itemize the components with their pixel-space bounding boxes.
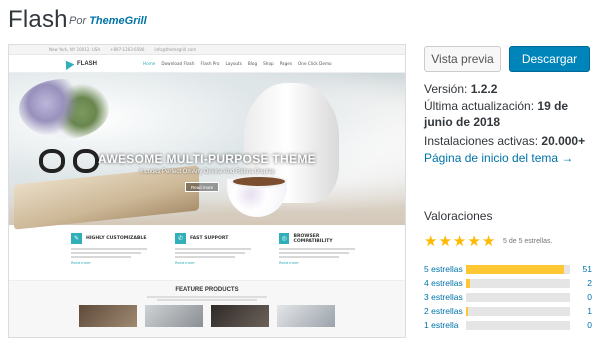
preview-logo: FLASH [61,57,133,70]
preview-logo-text: FLASH [77,60,97,67]
feature-read-more: Read more [175,261,195,265]
preview-navbar: FLASH Home Download Flash Flash Pro Layo… [9,55,405,73]
rating-label[interactable]: 2 estrellas [424,306,466,316]
star-rating: ★ ★ ★ ★ ★ [424,234,495,249]
rating-row-4[interactable]: 4 estrellas 2 [424,277,592,289]
product-image [145,305,203,327]
rating-bar-fill [466,264,564,274]
rating-row-1[interactable]: 1 estrella 0 [424,319,592,331]
rating-count: 51 [582,264,592,274]
product-image [277,305,335,327]
rating-bar-fill [466,306,469,316]
author-link[interactable]: ThemeGrill [89,15,146,27]
preview-feature: ◎ BROWSER COMPATIBILITY Read more [279,233,357,280]
feature-title: BROWSER COMPATIBILITY [293,233,333,244]
rating-row-5[interactable]: 5 estrellas 51 [424,263,592,275]
theme-homepage-link[interactable]: Página de inicio del tema → [424,151,573,165]
preview-button[interactable]: Vista previa [424,46,501,72]
customize-icon: ✎ [71,233,82,244]
preview-feature: ✆ FAST SUPPORT Read more [175,233,253,280]
feature-title: HIGHLY CUSTOMIZABLE [86,236,147,241]
preview-hero: AWESOME MULTI-PURPOSE THEME It Looks Per… [9,73,405,230]
preview-menu: Home Download Flash Flash Pro Layouts Bl… [143,61,332,66]
rating-label[interactable]: 4 estrellas [424,278,466,288]
rating-bar [466,306,570,316]
preview-products: FEATURE PRODUCTS [9,281,405,337]
theme-author: Por ThemeGrill [69,15,147,27]
theme-screenshot: New York, NY 10012, USA +897-1263-6586 i… [8,44,406,338]
feature-title: FAST SUPPORT [190,236,229,241]
installs-label: Instalaciones activas: [424,134,539,148]
version-label: Versión: [424,82,468,96]
preview-menu-item: Home [143,61,156,66]
preview-topbar-phone: +897-1263-6586 [110,47,145,52]
rating-count: 0 [587,320,592,330]
rating-label[interactable]: 3 estrellas [424,292,466,302]
rating-count: 2 [587,278,592,288]
hero-flowers-image [19,79,109,139]
rating-bar [466,292,570,302]
preview-menu-item: Pages [279,61,293,66]
hero-cup-image [227,175,287,217]
star-icon: ★ [452,232,467,250]
rating-bar [466,278,570,288]
preview-topbar: New York, NY 10012, USA +897-1263-6586 i… [9,45,405,55]
download-button[interactable]: Descargar [509,46,590,72]
preview-menu-item: Blog [247,61,258,66]
preview-menu-item: Shop [263,61,274,66]
hero-read-more-button: Read more [185,182,219,192]
rating-bar [466,264,570,274]
rating-bar [466,320,570,330]
version-info: Versión: 1.2.2 [424,81,596,97]
rating-row-2[interactable]: 2 estrellas 1 [424,305,592,317]
preview-menu-item: Flash Pro [200,61,220,66]
rating-label[interactable]: 1 estrella [424,320,466,330]
star-icon: ★ [438,232,452,250]
star-icon: ★ [424,232,438,250]
products-title: FEATURE PRODUCTS [175,287,239,293]
hero-title: AWESOME MULTI-PURPOSE THEME [98,152,316,166]
support-icon: ✆ [175,233,186,244]
browser-icon: ◎ [279,233,290,244]
rating-label[interactable]: 5 estrellas [424,264,466,274]
star-icon: ★ [481,232,496,250]
author-prefix: Por [69,15,87,27]
rating-summary: 5 de 5 estrellas. [503,238,553,245]
ratings-title: Valoraciones [424,209,493,223]
preview-feature: ✎ HIGHLY CUSTOMIZABLE Read more [71,233,149,280]
rating-count: 1 [587,306,592,316]
flash-logo-icon [61,57,75,70]
version-value: 1.2.2 [470,82,498,96]
installs-value: 20.000+ [541,134,586,148]
preview-menu-item: Download Flash [161,61,195,66]
hero-subtitle: It Looks Perfect On Any Device And Retin… [139,169,275,175]
theme-title: Flash [8,6,68,33]
feature-read-more: Read more [279,261,299,265]
updated-label: Última actualización: [424,99,535,113]
product-image [79,305,137,327]
preview-menu-item: One Click Demo [298,61,332,66]
active-installs-info: Instalaciones activas: 20.000+ [424,133,596,149]
preview-topbar-email: info@themegrill.com [154,47,197,52]
rating-count: 0 [587,292,592,302]
preview-features: ✎ HIGHLY CUSTOMIZABLE Read more ✆ FAST S… [9,225,405,281]
feature-read-more: Read more [71,261,91,265]
preview-menu-item: Layouts [225,61,242,66]
rating-row-3[interactable]: 3 estrellas 0 [424,291,592,303]
rating-bar-fill [466,278,471,288]
product-image [211,305,269,327]
last-updated-info: Última actualización: 19 de junio de 201… [424,98,596,130]
star-icon: ★ [467,232,481,250]
preview-topbar-address: New York, NY 10012, USA [49,47,101,52]
